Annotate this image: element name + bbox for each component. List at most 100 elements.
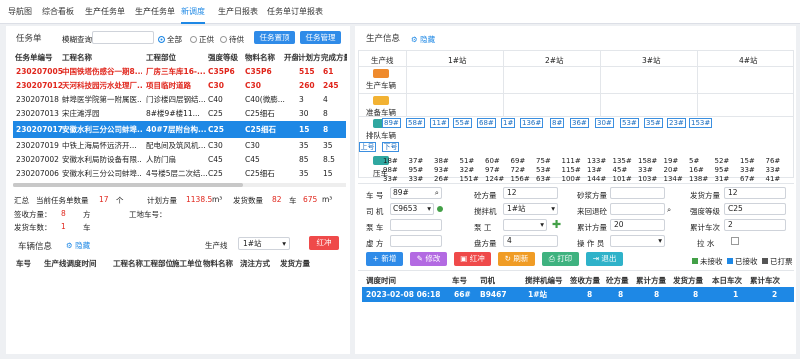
tab-production-task[interactable]: 生产任务单 — [85, 0, 125, 24]
tab-production-task-2[interactable]: 生产任务单 — [135, 0, 175, 24]
tab-new-dispatch[interactable]: 新调度 — [181, 0, 205, 24]
pin-task-button[interactable]: 任务置顶 — [254, 31, 295, 44]
press-car-number[interactable]: 75# — [536, 157, 551, 165]
press-car-number[interactable]: 151# — [460, 175, 479, 183]
queue-tag[interactable]: 11# — [430, 118, 449, 128]
table-row[interactable]: 230207002 安徽水利局防设备有限... 人防门扇 C45 C45 85 … — [13, 153, 346, 167]
queue-tag[interactable]: 8# — [550, 118, 565, 128]
mortar-input[interactable] — [610, 187, 665, 199]
press-car-number[interactable]: 134# — [664, 175, 683, 183]
press-car-number[interactable]: 69# — [511, 157, 526, 165]
queue-tag[interactable]: 136# — [520, 118, 544, 128]
cement-input[interactable]: 12 — [503, 187, 558, 199]
queue-tag[interactable]: 89# — [382, 118, 401, 128]
table-row[interactable]: 230207012 天河科技园污水处理厂... 项目临时道路 C30 C30 2… — [13, 79, 346, 93]
table-row[interactable]: 230207013 宋庄滩浮园 8#楼9#楼11... C25 C25细石 30… — [13, 107, 346, 121]
press-car-number[interactable]: 13# — [587, 166, 602, 174]
press-car-number[interactable]: 98# — [383, 166, 398, 174]
tab-nav-map[interactable]: 导航图 — [8, 0, 32, 24]
tab-order-report[interactable]: 任务单订单报表 — [267, 0, 323, 24]
press-car-number[interactable]: 100# — [562, 175, 581, 183]
exit-button[interactable]: ⇥ 退出 — [586, 252, 623, 266]
table-row[interactable]: 230207019 中铁上海局怀远济开... 配电间及筑风机... C30 C3… — [13, 139, 346, 153]
press-car-number[interactable]: 67# — [740, 175, 755, 183]
press-car-number[interactable]: 20# — [664, 166, 679, 174]
table-row[interactable]: 230207005 中国铁塔伤感谷一期8... 厂房三车库16-... C35P… — [13, 65, 346, 79]
queue-tag[interactable]: 153# — [689, 118, 713, 128]
tab-daily-report[interactable]: 生产日报表 — [218, 0, 258, 24]
press-car-number[interactable]: 133# — [587, 157, 606, 165]
table-row-selected[interactable]: 2023-02-08 06:18 66# B9467 1#站 8 8 8 8 1… — [362, 287, 794, 302]
trips-input[interactable]: 2 — [724, 219, 786, 231]
press-car-number[interactable]: 138# — [689, 175, 708, 183]
press-car-number[interactable]: 33# — [383, 175, 398, 183]
queue-tag[interactable]: 30# — [595, 118, 614, 128]
vehicle-collapse[interactable]: ⚙ 隐藏 — [66, 240, 90, 251]
search-input[interactable] — [92, 31, 154, 44]
press-car-number[interactable]: 124# — [485, 175, 504, 183]
pull-water-checkbox[interactable] — [731, 237, 739, 245]
table-row[interactable]: 230207006 安徽水利三分公司蚌埠... 4号楼5层二次结... C25 … — [13, 167, 346, 181]
press-car-number[interactable]: 37# — [409, 157, 424, 165]
press-car-number[interactable]: 51# — [460, 157, 475, 165]
press-car-number[interactable]: 53# — [536, 166, 551, 174]
filter-all[interactable]: 全部 — [158, 34, 182, 45]
driver-input[interactable]: C9653 ▾ — [390, 203, 434, 215]
queue-tag[interactable]: 55# — [453, 118, 472, 128]
press-car-number[interactable]: 38# — [434, 157, 449, 165]
new-button[interactable]: + 新增 — [366, 252, 403, 266]
queue-tag[interactable]: 53# — [620, 118, 639, 128]
return-input[interactable] — [610, 203, 665, 215]
production-collapse[interactable]: ⚙ 隐藏 — [411, 34, 435, 45]
task-manage-button[interactable]: 任务管理 — [300, 31, 341, 44]
press-car-number[interactable]: 41# — [766, 175, 781, 183]
up-button[interactable]: 上号 — [359, 142, 376, 152]
press-car-number[interactable]: 33# — [638, 166, 653, 174]
press-car-number[interactable]: 52# — [715, 157, 730, 165]
press-car-number[interactable]: 95# — [409, 166, 424, 174]
press-car-number[interactable]: 18# — [383, 157, 398, 165]
task-scrollbar[interactable] — [13, 183, 346, 187]
press-car-number[interactable]: 63# — [536, 175, 551, 183]
press-car-number[interactable]: 26# — [434, 175, 449, 183]
queue-tag[interactable]: 23# — [667, 118, 686, 128]
press-car-number[interactable]: 72# — [511, 166, 526, 174]
press-car-number[interactable]: 95# — [715, 166, 730, 174]
red-flush-button[interactable]: ▣ 红冲 — [454, 252, 491, 266]
press-car-number[interactable]: 33# — [766, 166, 781, 174]
down-button[interactable]: 下号 — [382, 142, 399, 152]
vehicle-red-button[interactable]: 红冲 — [309, 236, 339, 250]
car-input[interactable]: 89# ⌕ — [390, 187, 442, 199]
press-car-number[interactable]: 156# — [511, 175, 530, 183]
press-car-number[interactable]: 45# — [613, 166, 628, 174]
scrollbar-thumb[interactable] — [13, 183, 243, 187]
press-car-number[interactable]: 19# — [664, 157, 679, 165]
press-car-number[interactable]: 103# — [638, 175, 657, 183]
grade-input[interactable]: C25 — [724, 203, 786, 215]
vol-input[interactable] — [390, 235, 442, 247]
table-row[interactable]: 230207018 蚌埠医学院第一附属医... 门诊楼四层钢结... C40 C… — [13, 93, 346, 107]
queue-tag[interactable]: 35# — [644, 118, 663, 128]
pump-input[interactable] — [390, 219, 442, 231]
total-input[interactable]: 20 — [610, 219, 665, 231]
edit-button[interactable]: ✎ 修改 — [410, 252, 447, 266]
queue-tag[interactable]: 36# — [570, 118, 589, 128]
press-car-number[interactable]: 101# — [613, 175, 632, 183]
press-car-number[interactable]: 158# — [638, 157, 657, 165]
press-car-number[interactable]: 33# — [409, 175, 424, 183]
add-icon[interactable]: ✚ — [552, 219, 561, 230]
queue-tag[interactable]: 68# — [477, 118, 496, 128]
press-car-number[interactable]: 32# — [460, 166, 475, 174]
press-car-number[interactable]: 93# — [434, 166, 449, 174]
press-car-number[interactable]: 97# — [485, 166, 500, 174]
queue-tag[interactable]: 1# — [501, 118, 516, 128]
press-car-number[interactable]: 144# — [587, 175, 606, 183]
table-row-selected[interactable]: 230207017 安徽水利三分公司蚌埠... 40#7层附台构... C25 … — [13, 121, 346, 138]
pumper-input[interactable]: ▾ — [503, 219, 547, 231]
press-car-number[interactable]: 16# — [689, 166, 704, 174]
press-car-number[interactable]: 111# — [562, 157, 581, 165]
press-car-number[interactable]: 76# — [766, 157, 781, 165]
queue-tag[interactable]: 58# — [406, 118, 425, 128]
press-car-number[interactable]: 31# — [715, 175, 730, 183]
mixer-select[interactable]: 1#站 ▾ — [503, 203, 558, 215]
